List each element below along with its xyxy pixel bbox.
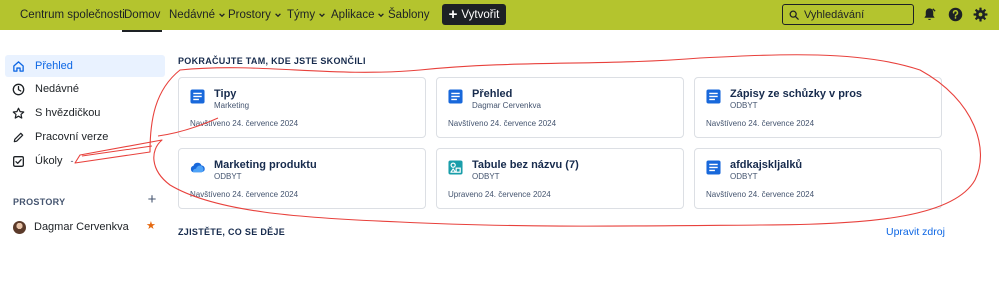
recent-card[interactable]: Tipy Marketing Navštíveno 24. července 2… bbox=[178, 77, 426, 138]
plus-icon: + bbox=[448, 5, 458, 23]
card-title: Zápisy ze schůzky v pros bbox=[730, 88, 863, 100]
card-visited: Navštíveno 24. července 2024 bbox=[448, 119, 557, 128]
nav-company-hub[interactable]: Centrum společnosti bbox=[20, 7, 125, 23]
card-title: afdkajskljalků bbox=[730, 159, 803, 171]
help-icon[interactable] bbox=[947, 6, 964, 23]
create-button[interactable]: + Vytvořit bbox=[442, 4, 506, 25]
edit-feed-link[interactable]: Upravit zdroj bbox=[886, 226, 945, 238]
checkbox-icon bbox=[13, 155, 24, 167]
happening-section-title: ZJISTĚTE, CO SE DĚJE bbox=[178, 227, 286, 237]
card-title: Přehled bbox=[472, 88, 513, 100]
sidebar-item-starred[interactable]: S hvězdičkou bbox=[5, 102, 165, 124]
pencil-icon bbox=[13, 132, 24, 142]
sidebar-space-item[interactable]: Dagmar Cervenkva bbox=[13, 219, 161, 235]
page-icon bbox=[706, 89, 721, 104]
add-space-button[interactable]: + bbox=[145, 192, 159, 207]
starred-space-icon[interactable]: ★ bbox=[146, 219, 156, 232]
recent-card[interactable]: Zápisy ze schůzky v pros ODBYT Navštíven… bbox=[694, 77, 942, 138]
card-space: ODBYT bbox=[472, 172, 500, 181]
nav-templates[interactable]: Šablony bbox=[388, 7, 430, 23]
card-visited: Navštíveno 24. července 2024 bbox=[706, 190, 815, 199]
nav-spaces[interactable]: Prostory bbox=[228, 7, 282, 23]
continue-section-title: POKRAČUJTE TAM, KDE JSTE SKONČILI bbox=[178, 56, 366, 66]
avatar bbox=[13, 220, 26, 234]
page-icon bbox=[706, 160, 721, 175]
top-navigation-bar: Centrum společnosti Domov Nedávné Prosto… bbox=[0, 0, 999, 32]
card-visited: Navštíveno 24. července 2024 bbox=[706, 119, 815, 128]
recent-card[interactable]: Marketing produktu ODBYT Navštíveno 24. … bbox=[178, 148, 426, 209]
search-icon bbox=[789, 10, 799, 20]
nav-apps[interactable]: Aplikace bbox=[331, 7, 385, 23]
recent-card[interactable]: Tabule bez názvu (7) ODBYT Upraveno 24. … bbox=[436, 148, 684, 209]
sidebar-item-recent[interactable]: Nedávné bbox=[5, 78, 165, 100]
card-visited: Navštíveno 24. července 2024 bbox=[190, 119, 299, 128]
star-icon bbox=[12, 107, 25, 119]
card-space: ODBYT bbox=[214, 172, 242, 181]
cloud-icon bbox=[190, 162, 205, 173]
card-space: ODBYT bbox=[730, 172, 758, 181]
card-title: Tipy bbox=[214, 88, 237, 100]
chevron-down-icon bbox=[274, 13, 281, 18]
page-icon bbox=[448, 89, 463, 104]
chevron-down-icon bbox=[319, 13, 325, 18]
sidebar-item-drafts[interactable]: Pracovní verze bbox=[5, 126, 165, 148]
card-space: Marketing bbox=[214, 101, 250, 110]
chevron-down-icon bbox=[219, 13, 225, 18]
home-icon bbox=[13, 60, 24, 72]
card-title: Tabule bez názvu (7) bbox=[472, 159, 579, 171]
nav-home[interactable]: Domov bbox=[121, 7, 163, 32]
search-box[interactable] bbox=[782, 4, 914, 25]
nav-recent[interactable]: Nedávné bbox=[169, 7, 226, 23]
card-visited: Navštíveno 24. července 2024 bbox=[190, 190, 299, 199]
chevron-down-icon bbox=[378, 13, 385, 18]
notifications-icon[interactable] bbox=[921, 6, 938, 23]
sidebar-item-overview[interactable]: Přehled bbox=[5, 55, 165, 77]
whiteboard-icon bbox=[448, 160, 463, 175]
sidebar-item-tasks[interactable]: Úkoly - bbox=[5, 150, 165, 172]
recent-card[interactable]: Přehled Dagmar Cervenkva Navštíveno 24. … bbox=[436, 77, 684, 138]
spaces-heading: PROSTORY bbox=[13, 197, 66, 207]
card-title: Marketing produktu bbox=[214, 159, 317, 171]
recent-card[interactable]: afdkajskljalků ODBYT Navštíveno 24. červ… bbox=[694, 148, 942, 209]
tasks-count-badge: - bbox=[70, 156, 74, 166]
card-space: Dagmar Cervenkva bbox=[472, 101, 541, 110]
clock-icon bbox=[12, 83, 25, 95]
card-visited: Upraveno 24. července 2024 bbox=[448, 190, 551, 199]
nav-teams[interactable]: Týmy bbox=[287, 7, 326, 23]
settings-icon[interactable] bbox=[972, 6, 989, 23]
search-input[interactable] bbox=[804, 8, 904, 21]
page-icon bbox=[190, 89, 205, 104]
card-space: ODBYT bbox=[730, 101, 758, 110]
